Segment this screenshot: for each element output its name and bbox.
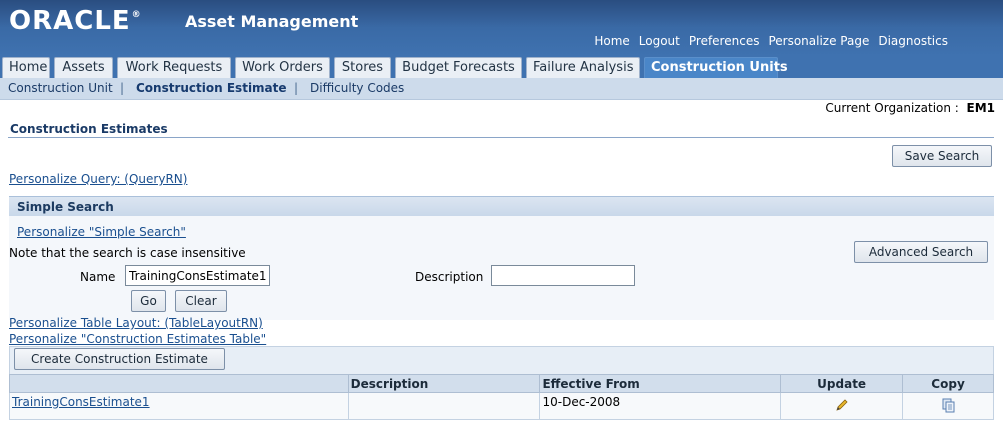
app-header: ORACLE® Asset Management Home Logout Pre… <box>0 0 1003 56</box>
logo-registered-mark: ® <box>131 10 142 20</box>
subtab-separator: | <box>120 81 125 95</box>
column-header-update: Update <box>780 374 904 393</box>
global-link-diagnostics[interactable]: Diagnostics <box>878 34 948 48</box>
table-row: TrainingConsEstimate1 10-Dec-2008 <box>9 392 994 420</box>
subtab-construction-estimate[interactable]: Construction Estimate <box>136 81 287 95</box>
column-header-description: Description <box>347 374 541 393</box>
oracle-logo: ORACLE® <box>9 6 142 36</box>
column-header-effective-from: Effective From <box>539 374 782 393</box>
clear-button[interactable]: Clear <box>175 290 227 312</box>
construction-estimates-table: Description Effective From Update Copy T… <box>9 374 994 420</box>
name-label: Name <box>80 270 116 284</box>
estimate-effective-from-cell: 10-Dec-2008 <box>539 392 782 420</box>
main-tab-bar: Home Assets Work Requests Work Orders St… <box>0 56 1003 78</box>
copy-icon[interactable] <box>940 397 956 416</box>
current-organization: Current Organization : EM1 <box>825 101 995 115</box>
copy-cell <box>902 392 994 420</box>
description-input[interactable] <box>491 265 635 286</box>
personalize-table-layout-link[interactable]: Personalize Table Layout: (TableLayoutRN… <box>9 316 263 330</box>
tab-assets[interactable]: Assets <box>54 57 113 78</box>
sub-tab-bar: Construction Unit | Construction Estimat… <box>0 78 1003 100</box>
global-links: Home Logout Preferences Personalize Page… <box>585 34 948 48</box>
tab-work-requests[interactable]: Work Requests <box>117 57 231 78</box>
pencil-icon[interactable] <box>834 397 850 416</box>
simple-search-title: Simple Search <box>17 200 114 214</box>
logo-text: ORACLE <box>9 6 131 36</box>
table-header-row: Description Effective From Update Copy <box>9 374 994 393</box>
name-input[interactable] <box>125 265 270 286</box>
tab-construction-units[interactable]: Construction Units <box>644 57 788 78</box>
heading-divider <box>8 137 994 138</box>
create-construction-estimate-button[interactable]: Create Construction Estimate <box>14 348 225 370</box>
global-link-personalize-page[interactable]: Personalize Page <box>768 34 869 48</box>
global-link-home[interactable]: Home <box>594 34 629 48</box>
case-insensitive-note: Note that the search is case insensitive <box>9 246 246 260</box>
column-header-name <box>9 374 349 393</box>
subtab-difficulty-codes[interactable]: Difficulty Codes <box>310 81 404 95</box>
column-header-copy: Copy <box>902 374 994 393</box>
personalize-table-link[interactable]: Personalize "Construction Estimates Tabl… <box>9 332 266 346</box>
tab-stores[interactable]: Stores <box>334 57 391 78</box>
update-cell <box>780 392 904 420</box>
go-button[interactable]: Go <box>131 290 166 312</box>
tab-failure-analysis[interactable]: Failure Analysis <box>526 57 640 78</box>
app-title: Asset Management <box>185 12 359 31</box>
estimate-name-cell: TrainingConsEstimate1 <box>9 392 349 420</box>
org-label: Current Organization : <box>825 101 959 115</box>
subtab-construction-unit[interactable]: Construction Unit <box>8 81 113 95</box>
tab-work-orders[interactable]: Work Orders <box>235 57 330 78</box>
description-label: Description <box>415 270 484 284</box>
simple-search-header: Simple Search <box>9 196 994 216</box>
estimate-description-cell <box>347 392 541 420</box>
personalize-query-link[interactable]: Personalize Query: (QueryRN) <box>9 172 187 186</box>
personalize-simple-search-link[interactable]: Personalize "Simple Search" <box>17 225 186 239</box>
tab-budget-forecasts[interactable]: Budget Forecasts <box>395 57 522 78</box>
estimate-name-link[interactable]: TrainingConsEstimate1 <box>12 395 150 409</box>
advanced-search-button[interactable]: Advanced Search <box>854 241 988 263</box>
tab-home[interactable]: Home <box>2 57 50 78</box>
save-search-button[interactable]: Save Search <box>892 145 992 167</box>
global-link-logout[interactable]: Logout <box>639 34 680 48</box>
global-link-preferences[interactable]: Preferences <box>689 34 760 48</box>
subtab-separator: | <box>294 81 299 95</box>
page-title: Construction Estimates <box>10 122 168 136</box>
org-value: EM1 <box>966 101 996 115</box>
